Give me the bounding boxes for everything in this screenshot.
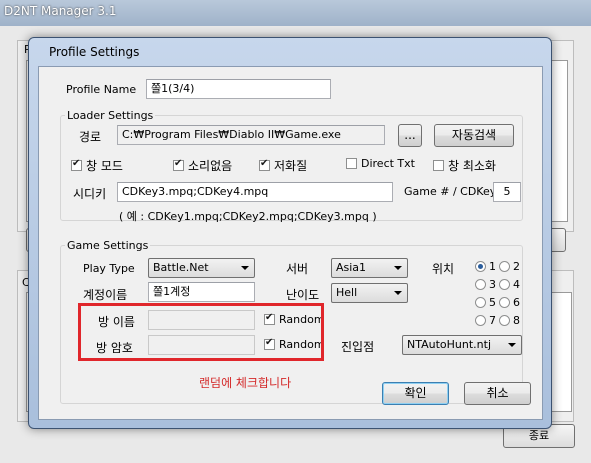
position-radio-1[interactable]: 1: [475, 260, 496, 273]
minimize-window-checkbox[interactable]: 창 최소화: [433, 157, 496, 174]
window-mode-checkbox[interactable]: 창 모드: [71, 157, 123, 174]
radio-circle[interactable]: [499, 297, 510, 308]
game-per-cdkey-input[interactable]: 5: [493, 182, 521, 202]
radio-label: 3: [489, 278, 496, 291]
checkbox-label: 저화질: [274, 159, 308, 173]
radio-label: 4: [513, 278, 520, 291]
chevron-down-icon: [394, 291, 402, 295]
radio-circle[interactable]: [475, 297, 486, 308]
position-radio-3[interactable]: 3: [475, 278, 496, 291]
loader-settings-label: Loader Settings: [65, 109, 156, 122]
play-type-dropdown[interactable]: Battle.Net: [148, 258, 255, 278]
difficulty-label: 난이도: [286, 288, 320, 302]
chevron-down-icon: [508, 343, 516, 347]
checkbox-box[interactable]: [433, 160, 444, 171]
path-label: 경로: [79, 130, 102, 144]
radio-circle[interactable]: [499, 315, 510, 326]
radio-label: 2: [513, 260, 520, 273]
highlight-annotation-box: [78, 303, 324, 361]
cdkey-example-text: ( 예 : CDKey1.mpq;CDKey2.mpq;CDKey3.mpq ): [119, 210, 377, 223]
cdkey-input[interactable]: CDKey3.mpq;CDKey4.mpq: [117, 182, 393, 202]
checkbox-label: 창 최소화: [448, 159, 496, 173]
cdkey-label: 시디키: [73, 187, 107, 201]
position-radio-5[interactable]: 5: [475, 296, 496, 309]
chevron-down-icon: [241, 266, 249, 270]
position-radio-6[interactable]: 6: [499, 296, 520, 309]
radio-circle[interactable]: [499, 279, 510, 290]
browse-button[interactable]: ...: [398, 124, 422, 147]
position-radio-2[interactable]: 2: [499, 260, 520, 273]
radio-circle[interactable]: [499, 261, 510, 272]
main-window-titlebar: D2NT Manager 3.1: [0, 0, 591, 26]
radio-circle[interactable]: [475, 279, 486, 290]
radio-label: 5: [489, 296, 496, 309]
dropdown-value: Battle.Net: [153, 261, 209, 274]
radio-label: 7: [489, 314, 496, 327]
direct-txt-checkbox[interactable]: Direct Txt: [346, 157, 415, 170]
radio-label: 1: [489, 260, 496, 273]
chevron-down-icon: [394, 266, 402, 270]
play-type-label: Play Type: [83, 262, 135, 275]
position-radio-4[interactable]: 4: [499, 278, 520, 291]
radio-label: 6: [513, 296, 520, 309]
dialog-title: Profile Settings: [49, 45, 140, 59]
dialog-body: Profile Name 쫄1(3/4) Loader Settings 경로 …: [38, 66, 543, 420]
autodetect-button[interactable]: 자동검색: [434, 124, 514, 147]
entry-point-label: 진입점: [341, 340, 375, 354]
game-settings-label: Game Settings: [65, 239, 151, 252]
account-label: 계정이름: [83, 288, 128, 302]
checkbox-box[interactable]: [173, 158, 184, 171]
entry-point-dropdown[interactable]: NTAutoHunt.ntj: [402, 335, 522, 355]
position-radio-7[interactable]: 7: [475, 314, 496, 327]
checkbox-box[interactable]: [71, 158, 82, 171]
server-dropdown[interactable]: Asia1: [331, 258, 408, 278]
radio-circle[interactable]: [475, 315, 486, 326]
profile-name-input[interactable]: 쫄1(3/4): [146, 79, 331, 99]
dropdown-value: Hell: [336, 286, 358, 299]
checkbox-label: 소리없음: [188, 159, 233, 173]
radio-label: 8: [513, 314, 520, 327]
difficulty-dropdown[interactable]: Hell: [331, 283, 408, 303]
checkbox-box[interactable]: [259, 158, 270, 171]
profile-settings-dialog: Profile Settings Profile Name 쫄1(3/4) Lo…: [28, 37, 552, 429]
game-per-cdkey-label: Game # / CDKey: [404, 185, 497, 198]
checkbox-box[interactable]: [346, 158, 357, 169]
dropdown-value: Asia1: [336, 261, 367, 274]
position-label: 위치: [432, 262, 455, 276]
checkbox-label: Direct Txt: [361, 157, 415, 170]
path-input[interactable]: C:₩Program Files₩Diablo II₩Game.exe: [117, 125, 385, 145]
profile-name-label: Profile Name: [66, 83, 137, 96]
low-quality-checkbox[interactable]: 저화질: [259, 157, 307, 174]
annotation-note: 랜덤에 체크합니다: [199, 376, 292, 390]
dropdown-value: NTAutoHunt.ntj: [407, 338, 491, 351]
ok-button[interactable]: 확인: [382, 382, 449, 405]
server-label: 서버: [286, 262, 309, 276]
position-radio-8[interactable]: 8: [499, 314, 520, 327]
radio-circle[interactable]: [475, 261, 486, 272]
cancel-button[interactable]: 취소: [464, 382, 531, 405]
main-window-title: D2NT Manager 3.1: [4, 4, 117, 18]
checkbox-label: 창 모드: [86, 159, 123, 173]
no-sound-checkbox[interactable]: 소리없음: [173, 157, 232, 174]
account-input[interactable]: 쫄1계정: [148, 282, 255, 302]
